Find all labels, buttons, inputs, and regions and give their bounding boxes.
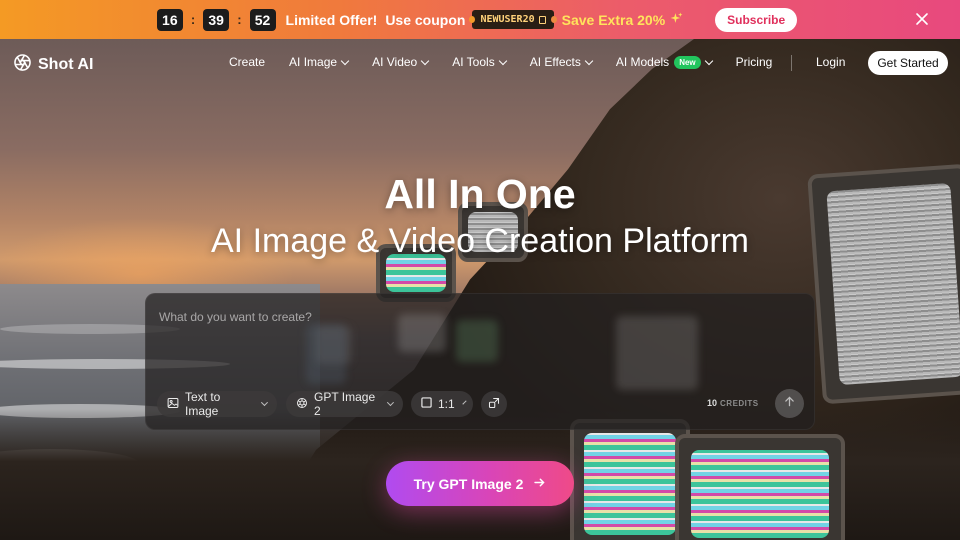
nav-item-create[interactable]: Create (229, 55, 265, 69)
settings-button[interactable] (481, 391, 507, 417)
nav-item-ai-video[interactable]: AI Video (372, 55, 430, 69)
chevron-down-icon (704, 56, 713, 65)
tv-image (570, 419, 690, 540)
nav-item-ai-tools[interactable]: AI Tools (452, 55, 507, 69)
chevron-down-icon (498, 56, 507, 65)
close-icon[interactable] (914, 11, 930, 27)
countdown-hours: 16 (156, 8, 183, 31)
promo-banner: 16 : 39 : 52 Limited Offer! Use coupon N… (0, 0, 960, 39)
arrow-up-icon (783, 395, 796, 413)
nav-item-label: AI Tools (452, 55, 495, 69)
chevron-down-icon (387, 399, 395, 406)
subscribe-button[interactable]: Subscribe (715, 7, 798, 32)
hero-title: All In One (384, 171, 576, 217)
nav-item-label: AI Models (615, 55, 670, 69)
chevron-down-icon (584, 56, 594, 65)
square-icon (421, 397, 432, 411)
nav-item-label: AI Image (289, 55, 338, 69)
countdown-separator: : (237, 12, 242, 27)
new-badge: New (674, 55, 701, 69)
send-button[interactable] (775, 389, 804, 418)
blur-decoration (398, 314, 446, 352)
resize-icon (488, 397, 500, 412)
ratio-label: 1:1 (438, 397, 455, 411)
cta-label: Try GPT Image 2 (413, 475, 524, 492)
nav-item-label: AI Video (372, 55, 418, 69)
hero-subtitle: AI Image & Video Creation Platform (211, 222, 749, 260)
sparkle-icon (670, 12, 683, 28)
nav-item-label: Create (229, 55, 266, 69)
nav-divider (791, 55, 792, 71)
nav-item-ai-effects[interactable]: AI Effects (529, 55, 594, 69)
blur-decoration (456, 320, 498, 362)
chevron-down-icon (261, 399, 269, 406)
promo-content: 16 : 39 : 52 Limited Offer! Use coupon N… (156, 7, 798, 32)
nav-item-label: Pricing (735, 55, 773, 69)
mode-selector[interactable]: Text to Image (157, 390, 277, 418)
nav-item-pricing[interactable]: Pricing (736, 55, 773, 69)
model-selector[interactable]: GPT Image 2 (286, 390, 403, 418)
arrow-right-icon (533, 476, 546, 492)
nav-item-ai-models[interactable]: AI Models New (615, 55, 713, 69)
try-gpt-image-button[interactable]: Try GPT Image 2 (386, 461, 574, 506)
coupon-code: NEWUSER20 (480, 14, 535, 25)
mode-label: Text to Image (185, 390, 221, 418)
brand-name: Shot AI (38, 56, 94, 73)
credits-display: 10 CREDITS (707, 398, 759, 408)
chevron-down-icon (340, 56, 350, 65)
credits-label: CREDITS (720, 399, 759, 408)
credits-count: 10 (707, 398, 718, 408)
openai-icon (296, 397, 308, 412)
coupon-code-button[interactable]: NEWUSER20 (469, 10, 557, 29)
promo-save-text: Save Extra 20% (561, 11, 666, 28)
get-started-button[interactable]: Get Started (868, 51, 948, 75)
nav-menu: Create AI Image AI Video AI Tools AI Eff… (229, 55, 796, 69)
chevron-down-icon (462, 400, 467, 405)
image-icon (167, 397, 179, 412)
top-nav: Shot AI Create AI Image AI Video AI Tool… (0, 39, 960, 87)
blur-decoration (616, 316, 698, 390)
model-label: GPT Image 2 (314, 390, 376, 418)
blur-decoration (306, 324, 346, 384)
countdown-seconds: 52 (249, 8, 276, 31)
tv-image (675, 434, 845, 540)
promo-offer-text: Limited Offer! (285, 11, 378, 28)
countdown-minutes: 39 (203, 8, 230, 31)
nav-item-label: AI Effects (529, 55, 581, 69)
nav-item-ai-image[interactable]: AI Image (289, 55, 350, 69)
countdown-separator: : (190, 12, 196, 27)
login-link[interactable]: Login (816, 55, 845, 69)
prompt-input[interactable]: What do you want to create? (159, 310, 312, 324)
aspect-ratio-selector[interactable]: 1:1 (411, 391, 473, 417)
promo-use-coupon-text: Use coupon (385, 11, 466, 28)
brand-logo[interactable]: Shot AI (13, 53, 93, 77)
chevron-down-icon (420, 56, 430, 65)
copy-icon (538, 15, 546, 24)
prompt-panel: What do you want to create? Text to Imag… (145, 293, 815, 430)
aperture-icon (13, 53, 32, 77)
